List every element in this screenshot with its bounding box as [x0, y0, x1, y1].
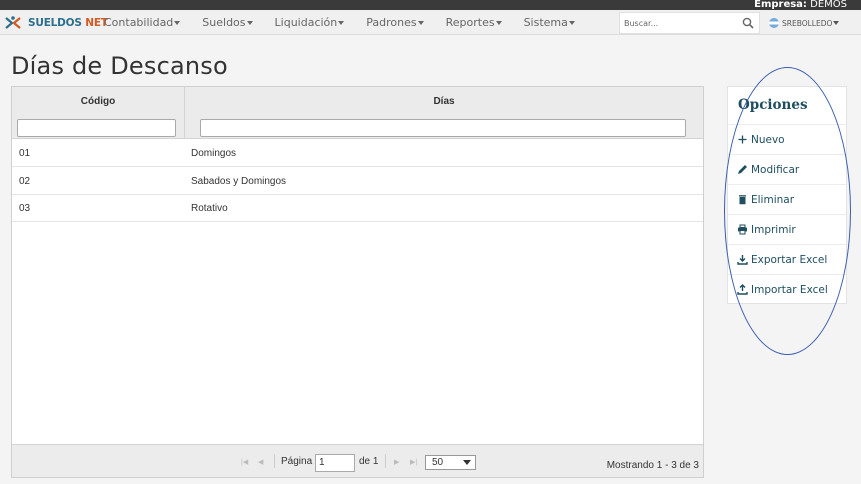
divider: [385, 454, 386, 468]
plus-icon: [738, 135, 747, 144]
option-label: Imprimir: [751, 223, 796, 236]
last-page-icon[interactable]: ▶|: [410, 458, 417, 466]
menu-reportes[interactable]: Reportes: [446, 10, 502, 35]
pager: |◀ ◀ Página 1 de 1 ▶ ▶| 50 Mostrando 1 -…: [12, 444, 703, 477]
column-header-codigo[interactable]: Código: [12, 87, 185, 139]
table-row[interactable]: 03 Rotativo: [12, 194, 703, 222]
page-size-value: 50: [432, 457, 444, 468]
chevron-down-icon: [246, 21, 253, 25]
user-name: SREBOLLEDO: [782, 18, 833, 28]
option-label: Modificar: [751, 163, 800, 176]
grid-header: Código Días: [12, 87, 703, 139]
new-button[interactable]: Nuevo: [728, 124, 846, 154]
export-excel-button[interactable]: Exportar Excel: [728, 244, 846, 274]
page-total: de 1: [359, 456, 379, 467]
table-row[interactable]: 01 Domingos: [12, 139, 703, 167]
cell-dias: Domingos: [191, 148, 237, 159]
chevron-down-icon: [568, 21, 575, 25]
page-label: Página: [281, 456, 313, 467]
edit-button[interactable]: Modificar: [728, 154, 846, 184]
page-title: Días de Descanso: [11, 52, 228, 80]
menu-label: Padrones: [366, 16, 417, 29]
options-title: Opciones: [738, 97, 808, 113]
option-label: Eliminar: [751, 193, 795, 206]
menu-label: Sistema: [523, 16, 568, 29]
user-menu[interactable]: SREBOLLEDO: [769, 12, 840, 34]
chevron-down-icon: [463, 460, 471, 465]
menu-sistema[interactable]: Sistema: [524, 10, 575, 35]
brand[interactable]: SUELDOS NET: [4, 14, 108, 32]
flag-icon: [769, 18, 779, 28]
chevron-down-icon: [417, 21, 424, 25]
chevron-down-icon: [495, 21, 502, 25]
chevron-down-icon: [174, 21, 181, 25]
chevron-down-icon: [338, 21, 345, 25]
pencil-icon: [738, 165, 747, 174]
print-button[interactable]: Imprimir: [728, 214, 846, 244]
divider: [274, 454, 275, 468]
logo-icon: [5, 16, 21, 29]
search-input[interactable]: [620, 13, 735, 34]
cell-codigo: 02: [19, 176, 31, 187]
option-label: Importar Excel: [751, 283, 828, 296]
cell-codigo: 01: [19, 148, 31, 159]
next-page-icon[interactable]: ▶: [394, 458, 399, 466]
filter-input-codigo[interactable]: [17, 119, 176, 137]
column-label: Días: [433, 96, 455, 107]
option-label: Exportar Excel: [751, 253, 828, 266]
menu-label: Reportes: [445, 16, 495, 29]
search-box: [619, 12, 760, 34]
import-excel-button[interactable]: Importar Excel: [728, 274, 846, 304]
menu-label: Contabilidad: [104, 16, 174, 29]
brand-part-1: SUELDOS: [28, 17, 82, 29]
search-icon[interactable]: [742, 17, 754, 29]
company-value: DEMOS: [810, 0, 847, 10]
prev-page-icon[interactable]: ◀: [258, 458, 263, 466]
chevron-down-icon: [833, 21, 840, 25]
data-grid: Código Días 01 Domingos 02 Sabados y Dom…: [11, 86, 704, 478]
cell-dias: Rotativo: [191, 203, 228, 214]
first-page-icon[interactable]: |◀: [241, 458, 248, 466]
main-menu: Contabilidad Sueldos Liquidación Padrone…: [104, 10, 597, 35]
menu-label: Sueldos: [202, 16, 246, 29]
menu-label: Liquidación: [274, 16, 338, 29]
table-row[interactable]: 02 Sabados y Domingos: [12, 167, 703, 195]
menu-liquidacion[interactable]: Liquidación: [275, 10, 345, 35]
column-label: Código: [80, 96, 116, 107]
option-label: Nuevo: [751, 133, 785, 146]
cell-codigo: 03: [19, 203, 31, 214]
upload-icon: [737, 284, 748, 295]
menu-sueldos[interactable]: Sueldos: [202, 10, 253, 35]
download-icon: [737, 255, 748, 265]
trash-icon: [739, 195, 746, 205]
records-info: Mostrando 1 - 3 de 3: [606, 460, 699, 471]
menu-padrones[interactable]: Padrones: [366, 10, 424, 35]
filter-input-dias[interactable]: [200, 119, 686, 137]
brand-name: SUELDOS NET: [28, 17, 108, 29]
page-size-select[interactable]: 50: [425, 455, 476, 470]
cell-dias: Sabados y Domingos: [191, 176, 287, 187]
page-number-input[interactable]: 1: [315, 454, 355, 472]
column-header-dias[interactable]: Días: [185, 87, 703, 139]
company-indicator: Empresa: DEMOS: [754, 0, 847, 10]
top-strip: Empresa: DEMOS: [0, 0, 861, 10]
delete-button[interactable]: Eliminar: [728, 184, 846, 214]
options-panel: Opciones Nuevo Modificar Eliminar Imprim…: [727, 86, 847, 304]
menu-contabilidad[interactable]: Contabilidad: [104, 10, 181, 35]
company-label: Empresa:: [754, 0, 807, 10]
printer-icon: [738, 224, 747, 235]
